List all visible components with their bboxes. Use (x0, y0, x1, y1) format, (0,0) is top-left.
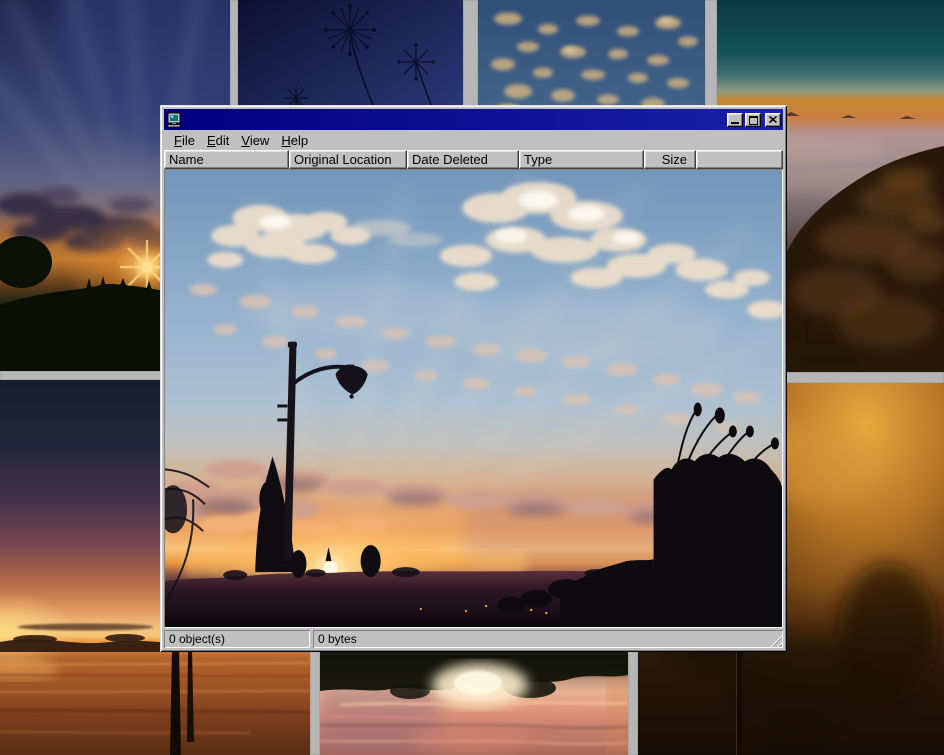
resize-grip[interactable] (769, 634, 782, 647)
window-titlebar[interactable] (164, 109, 783, 130)
minimize-icon (731, 122, 739, 124)
maximize-icon (749, 116, 758, 125)
sunset-lamp-photo (165, 170, 782, 627)
status-bar: 0 object(s) 0 bytes (164, 628, 783, 648)
menu-item-file[interactable]: File (168, 132, 201, 149)
column-header-filler (696, 150, 783, 169)
close-button[interactable] (765, 113, 781, 127)
recycle-bin-window: File Edit View Help Name Original Locati… (160, 105, 787, 652)
status-objects: 0 object(s) (164, 630, 310, 648)
status-bytes: 0 bytes (313, 630, 783, 648)
folder-view[interactable] (164, 169, 783, 628)
status-bytes-text: 0 bytes (318, 632, 357, 646)
column-header-original-location[interactable]: Original Location (289, 150, 407, 169)
minimize-button[interactable] (727, 113, 743, 127)
menu-item-help[interactable]: Help (275, 132, 314, 149)
close-icon (769, 116, 777, 123)
maximize-button[interactable] (745, 113, 761, 127)
status-objects-text: 0 object(s) (169, 632, 225, 646)
column-header-date-deleted[interactable]: Date Deleted (407, 150, 519, 169)
menu-item-view[interactable]: View (235, 132, 275, 149)
column-header-name[interactable]: Name (164, 150, 289, 169)
column-header-size[interactable]: Size (644, 150, 696, 169)
menu-bar: File Edit View Help (164, 131, 783, 150)
column-header-type[interactable]: Type (519, 150, 644, 169)
column-header-row: Name Original Location Date Deleted Type… (164, 150, 783, 169)
menu-item-edit[interactable]: Edit (201, 132, 235, 149)
computer-icon[interactable] (166, 112, 182, 128)
